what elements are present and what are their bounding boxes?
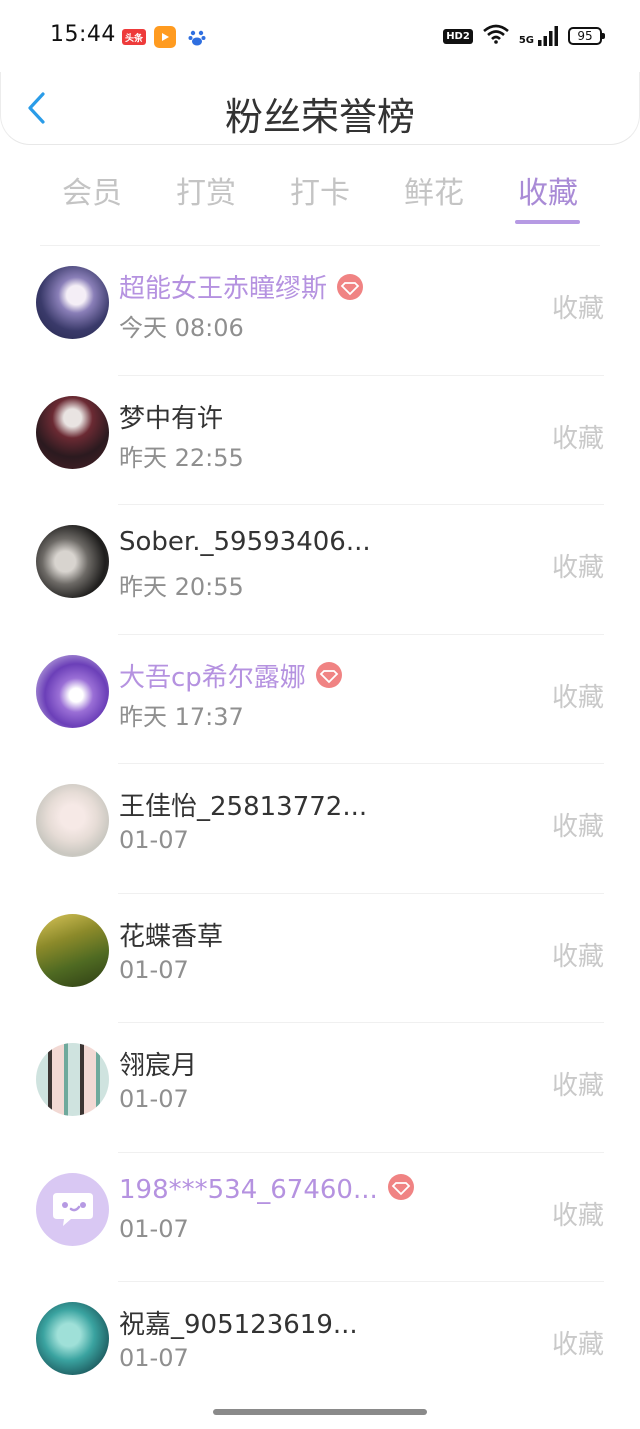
action-label: 收藏: [551, 1071, 604, 1101]
user-time: 今天 08:06: [119, 314, 244, 342]
status-indicators: HD2 5G 95: [443, 24, 605, 48]
user-time: 01-07: [119, 1085, 189, 1113]
avatar-teal-photo[interactable]: [36, 1302, 109, 1375]
avatar-forest[interactable]: [36, 913, 109, 987]
user-name-text: 超能女王赤瞳缪斯: [119, 274, 328, 304]
user-name: Sober._59593406...: [119, 527, 371, 557]
video-app-icon: [154, 26, 176, 48]
avatar-dark-character[interactable]: [36, 395, 109, 469]
action-label: 收藏: [551, 294, 604, 324]
home-indicator[interactable]: [213, 1409, 427, 1415]
action-label: 收藏: [551, 553, 604, 583]
avatar-dark-photo[interactable]: [36, 525, 109, 598]
active-tab-indicator: [515, 220, 580, 224]
user-name: 大吾cp希尔露娜: [119, 657, 342, 694]
avatar-white-hair[interactable]: [36, 784, 109, 857]
user-time: 昨天 22:55: [119, 443, 244, 472]
tab-favorites[interactable]: 收藏: [508, 168, 588, 212]
diamond-badge-icon: [337, 273, 364, 300]
user-name-text: 大吾cp希尔露娜: [119, 662, 306, 693]
diamond-badge-icon: [387, 1174, 414, 1200]
user-name: 祝嘉_905123619...: [119, 1310, 358, 1340]
user-time: 01-07: [119, 1344, 189, 1372]
diamond-badge-icon: [315, 662, 342, 688]
user-time: 01-07: [119, 1214, 189, 1243]
network-type: 5G: [518, 35, 534, 46]
header-bar: 粉丝荣誉榜: [0, 72, 640, 145]
tab-bar: 会员 打赏 打卡 鲜花 收藏: [0, 158, 640, 238]
user-time: 01-07: [119, 955, 189, 984]
user-name: 超能女王赤瞳缪斯: [119, 268, 364, 305]
status-time: 15:44: [50, 22, 116, 47]
tab-checkin[interactable]: 打卡: [280, 168, 360, 212]
action-label: 收藏: [551, 941, 604, 972]
battery-icon: 95: [568, 27, 605, 45]
tab-flowers[interactable]: 鲜花: [394, 168, 474, 212]
user-name: 梦中有许: [119, 403, 224, 434]
list-item[interactable]: 翎宸月 01-07 收藏: [0, 1023, 640, 1153]
wifi-icon: [482, 24, 509, 48]
user-time: 01-07: [119, 826, 189, 854]
avatar-purple-creature[interactable]: [36, 654, 109, 728]
user-name-text: 198***534_67460...: [119, 1174, 378, 1205]
action-label: 收藏: [551, 682, 604, 713]
tab-tips[interactable]: 打赏: [166, 168, 246, 212]
hd-badge: HD2: [443, 28, 473, 44]
user-name: 王佳怡_25813772...: [119, 792, 368, 822]
user-name: 198***534_67460...: [119, 1174, 414, 1205]
action-label: 收藏: [551, 1200, 604, 1231]
user-name: 花蝶香草: [119, 921, 224, 952]
chat-bubble-icon: [52, 1193, 93, 1226]
list-item[interactable]: Sober._59593406... 昨天 20:55 收藏: [0, 505, 640, 635]
toutiao-icon: 头条: [122, 29, 146, 45]
list-item[interactable]: 超能女王赤瞳缪斯 今天 08:06 收藏: [0, 246, 640, 376]
user-time: 昨天 17:37: [119, 702, 244, 731]
action-label: 收藏: [551, 812, 604, 842]
action-label: 收藏: [551, 1330, 604, 1360]
list-item[interactable]: 198***534_67460... 01-07 收藏: [0, 1153, 640, 1282]
status-bar: 15:44 头条 HD2 5G 95: [0, 0, 640, 72]
avatar-anime-girl[interactable]: [36, 266, 109, 339]
avatar-collage[interactable]: [36, 1043, 109, 1116]
avatar-chat-bubble[interactable]: [36, 1172, 109, 1246]
list-item[interactable]: 梦中有许 昨天 22:55 收藏: [0, 376, 640, 505]
list-item[interactable]: 大吾cp希尔露娜 昨天 17:37 收藏: [0, 635, 640, 764]
baidu-icon: [186, 26, 208, 48]
user-name: 翎宸月: [119, 1051, 198, 1081]
list-item[interactable]: 祝嘉_905123619... 01-07 收藏: [0, 1282, 640, 1412]
page-title: 粉丝荣誉榜: [224, 95, 415, 139]
cell-signal-icon: 5G: [519, 26, 558, 46]
fan-list: 超能女王赤瞳缪斯 今天 08:06 收藏 梦中有许 昨天 22:55 收藏 So…: [0, 246, 640, 1412]
list-item[interactable]: 花蝶香草 01-07 收藏: [0, 894, 640, 1023]
list-item[interactable]: 王佳怡_25813772... 01-07 收藏: [0, 764, 640, 894]
user-time: 昨天 20:55: [119, 573, 244, 601]
tab-membership[interactable]: 会员: [52, 168, 132, 212]
action-label: 收藏: [551, 423, 604, 454]
